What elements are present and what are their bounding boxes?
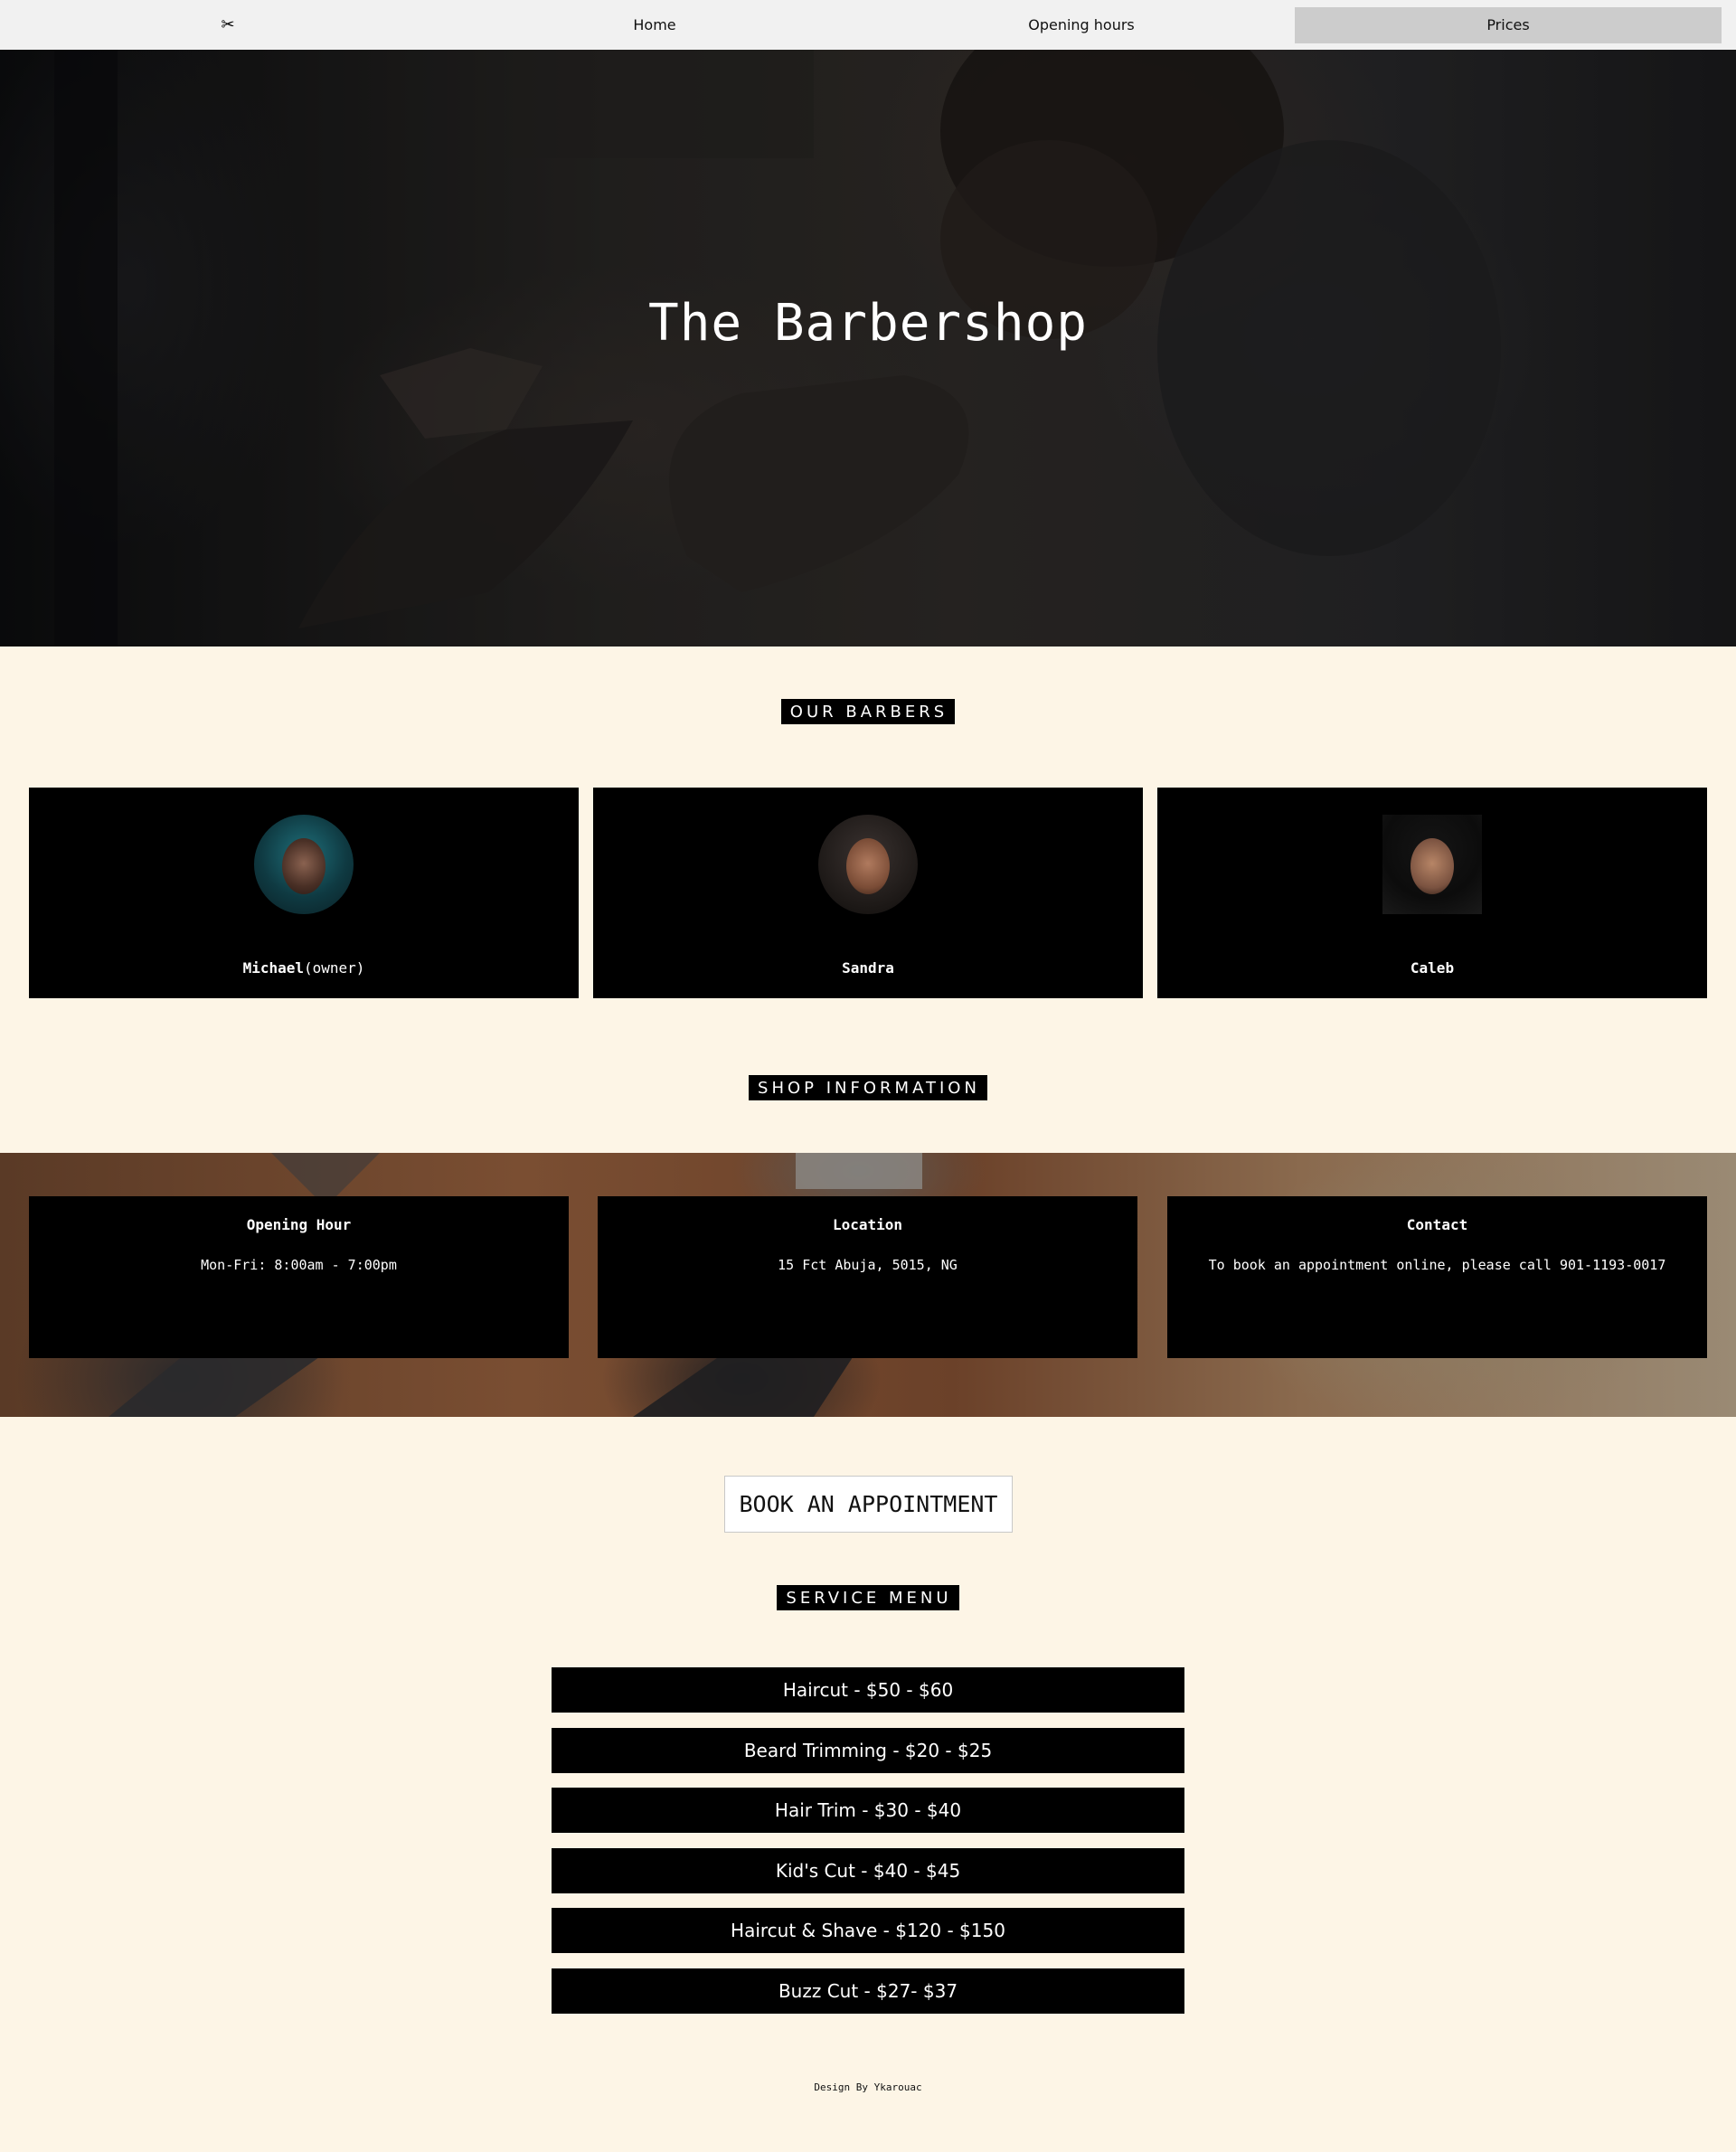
barber-name: Michael(owner) [242, 959, 365, 977]
avatar [818, 815, 918, 914]
top-nav: ✂ Home Opening hours Prices [0, 0, 1736, 50]
shop-info-section-label: SHOP INFORMATION [0, 1075, 1736, 1100]
book-appointment-button[interactable]: BOOK AN APPOINTMENT [724, 1476, 1013, 1533]
service-item: Buzz Cut - $27- $37 [552, 1968, 1184, 2014]
service-item: Kid's Cut - $40 - $45 [552, 1847, 1184, 1893]
service-item: Haircut - $50 - $60 [552, 1667, 1184, 1713]
info-card-text: Mon-Fri: 8:00am - 7:00pm [201, 1257, 397, 1273]
scissors-icon: ✂ [221, 15, 235, 34]
nav-logo[interactable]: ✂ [14, 7, 441, 43]
info-card-title: Location [832, 1216, 903, 1233]
service-item: Beard Trimming - $20 - $25 [552, 1727, 1184, 1773]
service-item: Haircut & Shave - $120 - $150 [552, 1908, 1184, 1953]
info-card-text: 15 Fct Abuja, 5015, NG [778, 1257, 958, 1273]
shop-info-heading: SHOP INFORMATION [749, 1075, 987, 1100]
avatar [1382, 815, 1482, 914]
info-card-opening-hour: Opening Hour Mon-Fri: 8:00am - 7:00pm [29, 1196, 569, 1358]
info-card-location: Location 15 Fct Abuja, 5015, NG [598, 1196, 1137, 1358]
info-card-text: To book an appointment online, please ca… [1208, 1257, 1666, 1273]
nav-item-prices[interactable]: Prices [1295, 6, 1722, 43]
barbers-section-label: OUR BARBERS [0, 699, 1736, 724]
footer-credit: Design By Ykarouac [814, 2081, 922, 2093]
barbers-heading: OUR BARBERS [780, 699, 956, 724]
info-card-contact: Contact To book an appointment online, p… [1167, 1196, 1707, 1358]
shop-info-band: Opening Hour Mon-Fri: 8:00am - 7:00pm Lo… [0, 1153, 1736, 1417]
nav-item-opening-hours[interactable]: Opening hours [868, 7, 1295, 43]
barber-card-sandra: Sandra [593, 788, 1143, 998]
service-menu-list: Haircut - $50 - $60 Beard Trimming - $20… [552, 1667, 1184, 2028]
barber-name: Sandra [842, 959, 894, 977]
barber-name: Caleb [1410, 959, 1455, 977]
page-title: The Barbershop [647, 294, 1088, 353]
barbers-list: Michael(owner) Sandra Caleb [29, 788, 1707, 998]
service-menu-heading: SERVICE MENU [777, 1585, 959, 1610]
service-menu-section-label: SERVICE MENU [0, 1585, 1736, 1610]
hero-banner: The Barbershop [0, 50, 1736, 647]
service-item: Hair Trim - $30 - $40 [552, 1788, 1184, 1833]
info-card-title: Contact [1406, 1216, 1468, 1233]
info-card-title: Opening Hour [246, 1216, 352, 1233]
avatar [254, 815, 354, 914]
barber-card-michael: Michael(owner) [29, 788, 579, 998]
barber-card-caleb: Caleb [1157, 788, 1707, 998]
nav-item-home[interactable]: Home [441, 7, 868, 43]
